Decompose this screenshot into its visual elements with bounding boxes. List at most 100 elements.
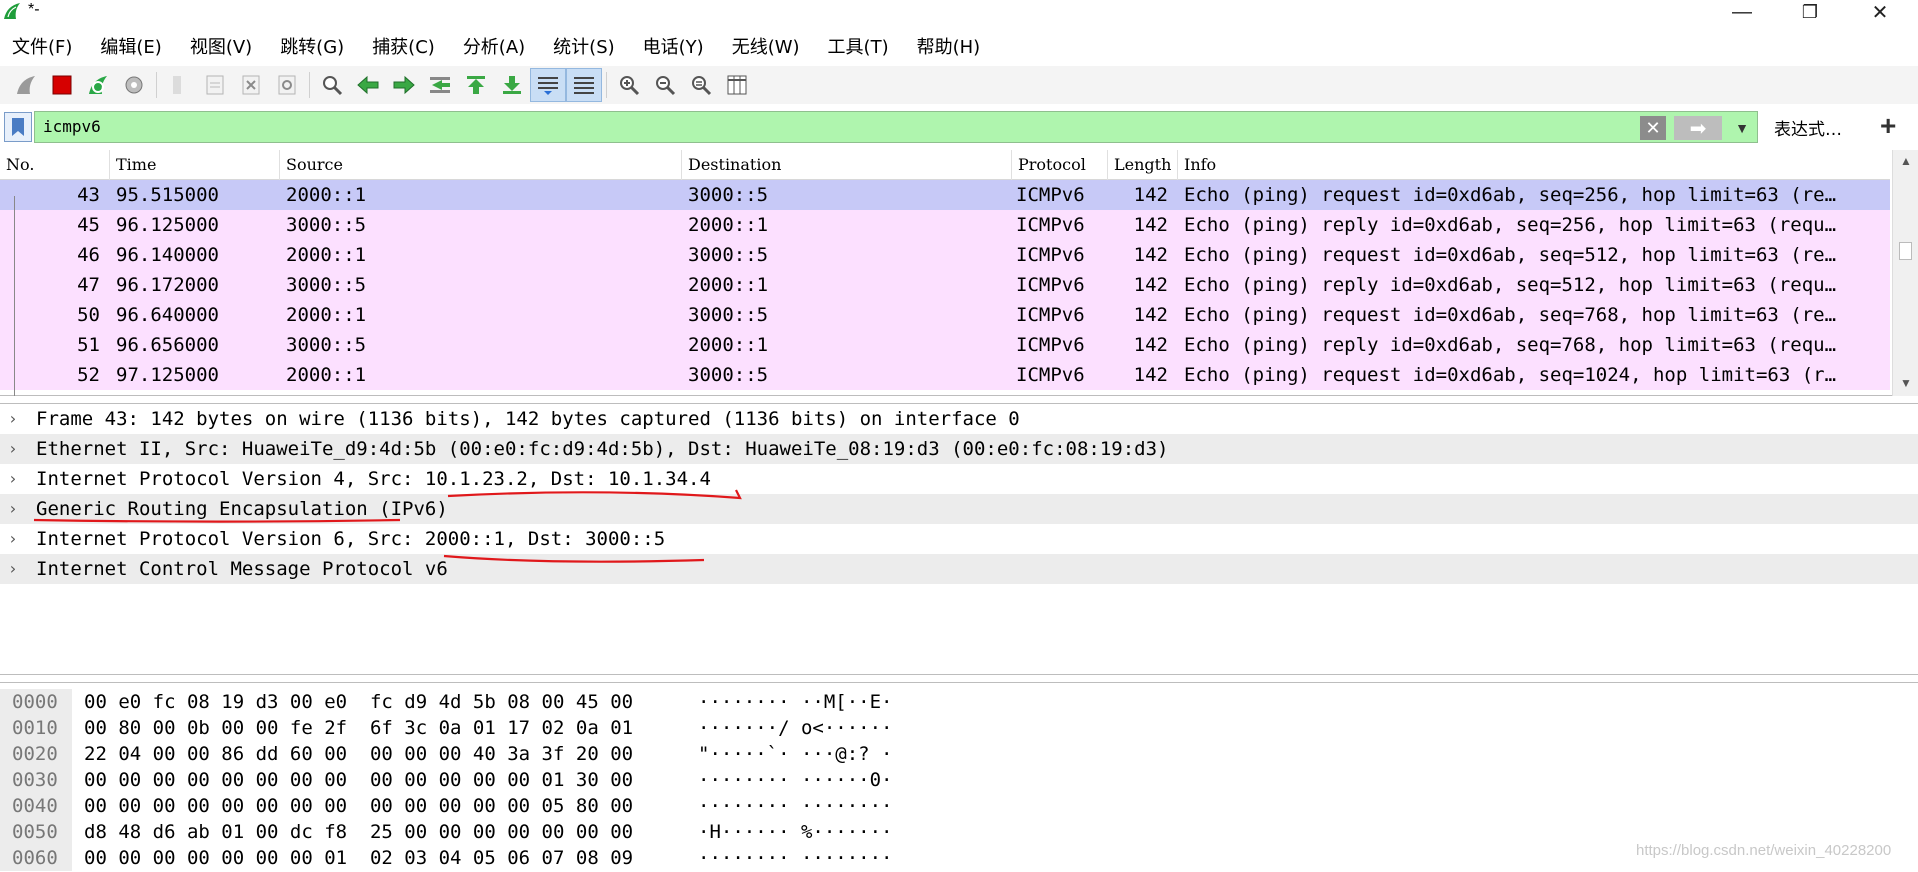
save-file-icon[interactable] xyxy=(197,68,233,102)
clear-filter-button[interactable]: ✕ xyxy=(1640,116,1666,140)
menu-file[interactable]: 文件(F) xyxy=(12,33,72,59)
go-first-icon[interactable] xyxy=(458,68,494,102)
detail-frame[interactable]: › Frame 43: 142 bytes on wire (1136 bits)… xyxy=(0,404,1918,434)
column-header-no[interactable]: No. xyxy=(0,150,110,180)
resize-columns-icon[interactable] xyxy=(719,68,755,102)
reload-icon[interactable] xyxy=(269,68,305,102)
packet-row[interactable]: 51 96.656000 3000::5 2000::1 ICMPv6 142 Echo (… xyxy=(0,330,1890,360)
scrollbar-thumb[interactable] xyxy=(1899,242,1912,260)
toolbar-separator xyxy=(309,72,310,98)
chevron-right-icon[interactable]: › xyxy=(8,434,18,464)
hex-offset: 0060 xyxy=(0,845,72,871)
close-window-button[interactable]: ✕ xyxy=(1852,0,1908,24)
packet-row[interactable]: 43 95.515000 2000::1 3000::5 ICMPv6 142 Echo (… xyxy=(0,180,1890,210)
packet-time: 95.515000 xyxy=(116,184,219,206)
title-bar: *- — ❐ ✕ xyxy=(0,0,1918,24)
display-filter-input[interactable]: icmpv6 xyxy=(34,111,1758,143)
menu-help[interactable]: 帮助(H) xyxy=(917,33,981,59)
find-packet-icon[interactable] xyxy=(314,68,350,102)
bookmark-icon xyxy=(12,118,24,136)
detail-icmpv6[interactable]: › Internet Control Message Protocol v6 xyxy=(0,554,1918,584)
hex-offset: 0040 xyxy=(0,793,72,819)
hex-dump-row[interactable]: 0050 d8 48 d6 ab 01 00 dc f8 25 00 00 00 … xyxy=(0,819,1918,845)
hex-dump-row[interactable]: 0060 00 00 00 00 00 00 00 01 02 03 04 05 … xyxy=(0,845,1918,871)
hex-dump-row[interactable]: 0020 22 04 00 00 86 dd 60 00 00 00 00 40 … xyxy=(0,741,1918,767)
hex-dump-row[interactable]: 0040 00 00 00 00 00 00 00 00 00 00 00 00 … xyxy=(0,793,1918,819)
column-header-info[interactable]: Info xyxy=(1178,150,1890,180)
column-header-length[interactable]: Length xyxy=(1108,150,1178,180)
hex-bytes: 00 00 00 00 00 00 00 00 00 00 00 00 00 0… xyxy=(84,795,634,817)
detail-ethernet[interactable]: › Ethernet II, Src: HuaweiTe_d9:4d:5b (00… xyxy=(0,434,1918,464)
chevron-right-icon[interactable]: › xyxy=(8,494,18,524)
menu-statistics[interactable]: 统计(S) xyxy=(553,33,614,59)
open-file-icon[interactable] xyxy=(161,68,197,102)
menu-edit[interactable]: 编辑(E) xyxy=(100,33,161,59)
scroll-down-icon[interactable]: ▼ xyxy=(1900,376,1912,390)
shark-fin-start-icon[interactable] xyxy=(8,68,44,102)
packet-list-header: No. Time Source Destination Protocol Len… xyxy=(0,150,1890,180)
menu-telephony[interactable]: 电话(Y) xyxy=(643,33,704,59)
expression-button[interactable]: 表达式… xyxy=(1774,115,1842,140)
packet-list-scrollbar[interactable]: ▲ ▼ xyxy=(1892,150,1918,396)
column-header-source[interactable]: Source xyxy=(280,150,682,180)
close-file-icon[interactable] xyxy=(233,68,269,102)
colorize-icon[interactable] xyxy=(566,68,602,102)
packet-protocol: ICMPv6 xyxy=(1016,214,1085,236)
menu-tools[interactable]: 工具(T) xyxy=(828,33,889,59)
zoom-in-icon[interactable] xyxy=(611,68,647,102)
stop-capture-icon[interactable] xyxy=(44,68,80,102)
menu-go[interactable]: 跳转(G) xyxy=(280,33,344,59)
zoom-normal-icon[interactable] xyxy=(683,68,719,102)
chevron-right-icon[interactable]: › xyxy=(8,404,18,434)
restart-capture-icon[interactable] xyxy=(80,68,116,102)
packet-destination: 2000::1 xyxy=(688,334,769,356)
restore-button[interactable]: ❐ xyxy=(1782,0,1838,24)
packet-protocol: ICMPv6 xyxy=(1016,304,1085,326)
chevron-right-icon[interactable]: › xyxy=(8,524,18,554)
packet-source: 2000::1 xyxy=(286,244,367,266)
hex-dump-row[interactable]: 0000 00 e0 fc 08 19 d3 00 e0 fc d9 4d 5b … xyxy=(0,689,1918,715)
packet-protocol: ICMPv6 xyxy=(1016,334,1085,356)
chevron-right-icon[interactable]: › xyxy=(8,464,18,494)
packet-row[interactable]: 47 96.172000 3000::5 2000::1 ICMPv6 142 Echo (… xyxy=(0,270,1890,300)
packet-row[interactable]: 46 96.140000 2000::1 3000::5 ICMPv6 142 Echo (… xyxy=(0,240,1890,270)
column-header-time[interactable]: Time xyxy=(110,150,280,180)
packet-no: 52 xyxy=(77,364,100,386)
add-filter-button[interactable]: + xyxy=(1880,110,1896,142)
capture-options-icon[interactable] xyxy=(116,68,152,102)
column-header-protocol[interactable]: Protocol xyxy=(1012,150,1108,180)
go-last-icon[interactable] xyxy=(494,68,530,102)
go-forward-icon[interactable] xyxy=(386,68,422,102)
detail-ipv4[interactable]: › Internet Protocol Version 4, Src: 10.1.… xyxy=(0,464,1918,494)
packet-row[interactable]: 52 97.125000 2000::1 3000::5 ICMPv6 142 Echo (… xyxy=(0,360,1890,390)
scroll-up-icon[interactable]: ▲ xyxy=(1900,154,1912,168)
packet-time: 97.125000 xyxy=(116,364,219,386)
packet-row[interactable]: 50 96.640000 2000::1 3000::5 ICMPv6 142 Echo (… xyxy=(0,300,1890,330)
detail-gre[interactable]: › Generic Routing Encapsulation (IPv6) xyxy=(0,494,1918,524)
packet-no: 51 xyxy=(77,334,100,356)
packet-source: 2000::1 xyxy=(286,184,367,206)
packet-info: Echo (ping) reply id=0xd6ab, seq=256, ho… xyxy=(1184,214,1837,236)
go-to-packet-icon[interactable] xyxy=(422,68,458,102)
detail-ipv6[interactable]: › Internet Protocol Version 6, Src: 2000:… xyxy=(0,524,1918,554)
hex-dump-row[interactable]: 0010 00 80 00 0b 00 00 fe 2f 6f 3c 0a 01 … xyxy=(0,715,1918,741)
hex-dump-row[interactable]: 0030 00 00 00 00 00 00 00 00 00 00 00 00 … xyxy=(0,767,1918,793)
column-header-destination[interactable]: Destination xyxy=(682,150,1012,180)
autoscroll-icon[interactable] xyxy=(530,68,566,102)
packet-row[interactable]: 45 96.125000 3000::5 2000::1 ICMPv6 142 Echo (… xyxy=(0,210,1890,240)
go-back-icon[interactable] xyxy=(350,68,386,102)
hex-offset: 0050 xyxy=(0,819,72,845)
filter-history-dropdown[interactable]: ▼ xyxy=(1730,116,1754,140)
menu-analyze[interactable]: 分析(A) xyxy=(463,33,525,59)
packet-details-pane: › Frame 43: 142 bytes on wire (1136 bits)… xyxy=(0,403,1918,675)
packet-info: Echo (ping) reply id=0xd6ab, seq=768, ho… xyxy=(1184,334,1837,356)
packet-info: Echo (ping) request id=0xd6ab, seq=1024,… xyxy=(1184,364,1837,386)
menu-wireless[interactable]: 无线(W) xyxy=(732,33,800,59)
minimize-button[interactable]: — xyxy=(1714,0,1770,24)
chevron-right-icon[interactable]: › xyxy=(8,554,18,584)
menu-view[interactable]: 视图(V) xyxy=(190,33,252,59)
zoom-out-icon[interactable] xyxy=(647,68,683,102)
apply-filter-button[interactable]: ➡ xyxy=(1674,116,1722,140)
menu-capture[interactable]: 捕获(C) xyxy=(372,33,435,59)
filter-bookmark-button[interactable] xyxy=(4,112,32,142)
